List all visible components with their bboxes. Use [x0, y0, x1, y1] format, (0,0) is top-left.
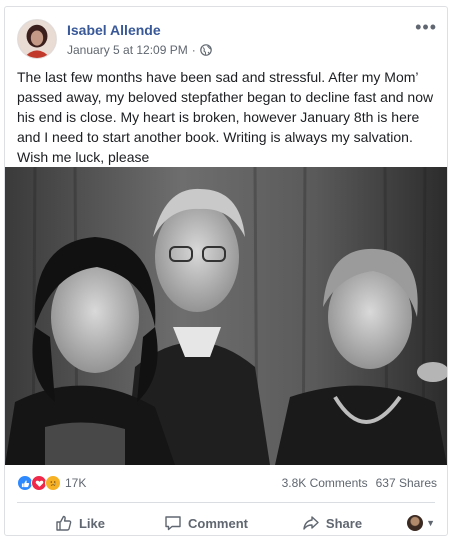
photo-image: [5, 167, 447, 465]
comment-button[interactable]: Comment: [143, 514, 269, 532]
user-avatar: [407, 515, 424, 531]
thumbs-up-icon: [56, 515, 72, 531]
comment-icon: [165, 516, 181, 531]
reaction-count[interactable]: 17K: [65, 476, 86, 490]
share-icon: [303, 516, 319, 530]
like-button[interactable]: Like: [17, 514, 143, 532]
post-card: Isabel Allende January 5 at 12:09 PM · •…: [4, 6, 448, 536]
globe-icon[interactable]: [199, 44, 212, 56]
avatar-image: [18, 20, 56, 58]
action-bar: Like Comment Share ▼: [17, 507, 435, 539]
actions-divider: [17, 502, 435, 503]
share-button[interactable]: Share: [269, 514, 395, 532]
post-timestamp[interactable]: January 5 at 12:09 PM: [67, 43, 188, 57]
like-label: Like: [78, 515, 105, 531]
reactions-bar: 17K 3.8K Comments 637 Shares: [17, 473, 437, 493]
meta-separator: ·: [191, 43, 196, 57]
author-name[interactable]: Isabel Allende: [67, 22, 161, 38]
shares-count[interactable]: 637 Shares: [376, 476, 437, 490]
more-icon[interactable]: •••: [415, 18, 437, 36]
post-meta: January 5 at 12:09 PM ·: [67, 43, 212, 57]
share-label: Share: [325, 515, 363, 531]
author-avatar[interactable]: [17, 19, 57, 59]
reaction-icons[interactable]: [17, 475, 61, 491]
post-header: Isabel Allende January 5 at 12:09 PM · •…: [17, 18, 437, 61]
reaction-audience-selector[interactable]: ▼: [395, 515, 435, 531]
post-photo[interactable]: [5, 167, 447, 465]
post-text: The last few months have been sad and st…: [17, 69, 434, 165]
comments-count[interactable]: 3.8K Comments: [282, 476, 368, 490]
comment-label: Comment: [188, 515, 248, 531]
sad-icon: [45, 475, 61, 491]
chevron-down-icon: ▼: [426, 518, 435, 528]
